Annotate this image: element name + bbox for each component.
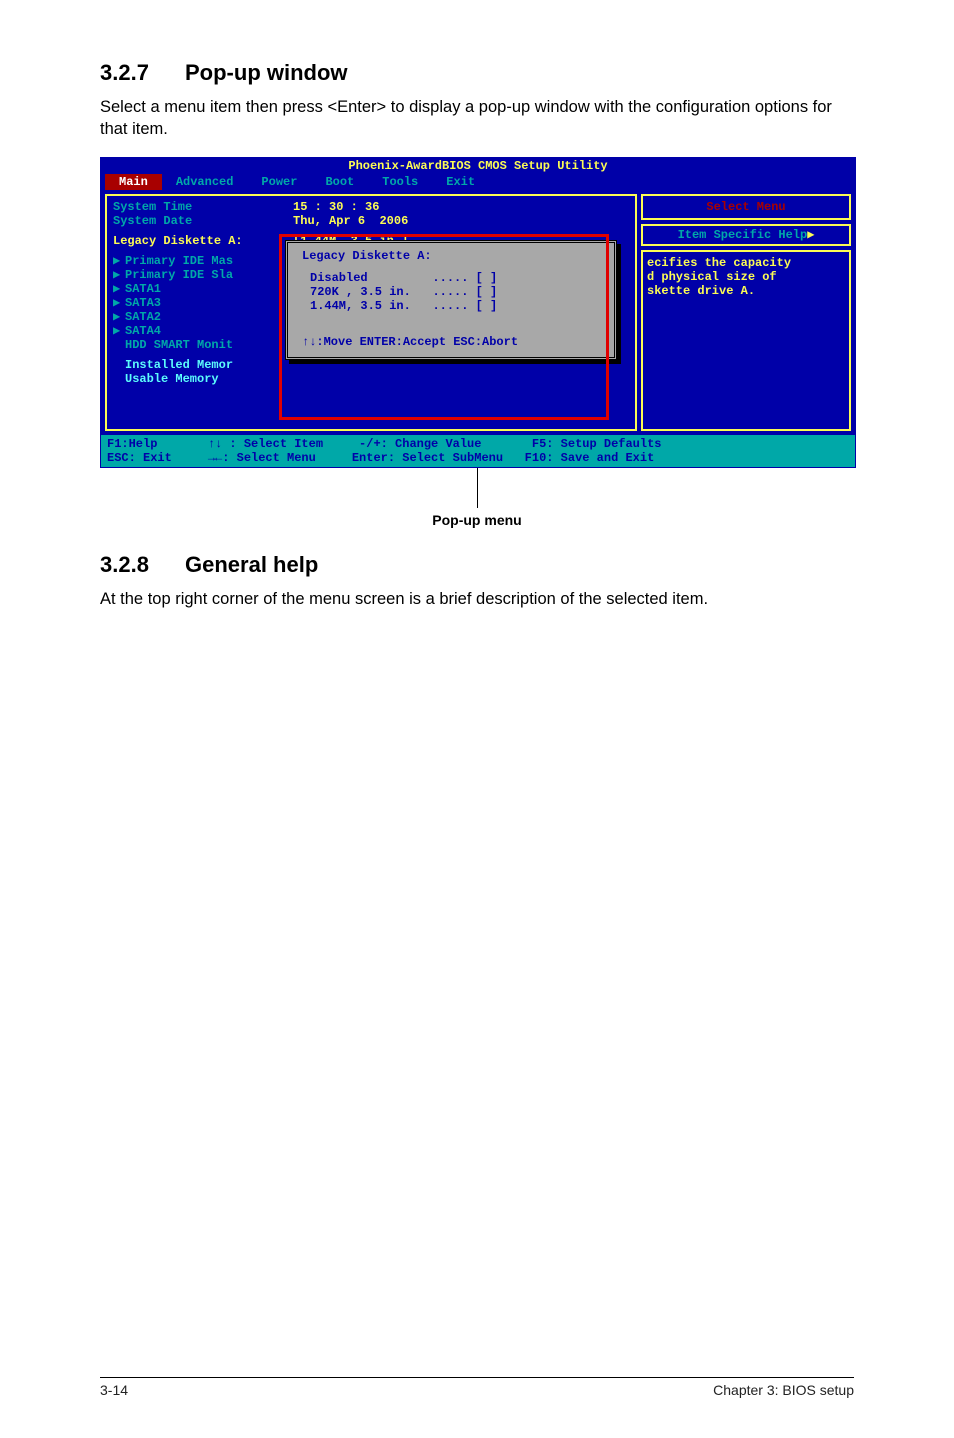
tab-tools[interactable]: Tools — [368, 174, 432, 190]
popup-option[interactable]: 720K , 3.5 in. ..... [ ] — [296, 285, 606, 299]
figure-caption: Pop-up menu — [100, 512, 854, 528]
section-number: 3.2.8 — [100, 552, 185, 578]
triangle-icon: ▶ — [113, 296, 125, 310]
tab-power[interactable]: Power — [247, 174, 311, 190]
tab-main[interactable]: Main — [105, 174, 162, 190]
section-heading-popup: 3.2.7Pop-up window — [100, 60, 854, 86]
blank — [113, 372, 125, 386]
select-menu-label: Select Menu — [706, 200, 785, 214]
page-footer: 3-14 Chapter 3: BIOS setup — [100, 1377, 854, 1398]
submenu-item[interactable]: Primary IDE Mas — [125, 254, 233, 268]
blank — [113, 358, 125, 372]
section-number: 3.2.7 — [100, 60, 185, 86]
bios-title: Phoenix-AwardBIOS CMOS Setup Utility — [101, 158, 855, 174]
submenu-item[interactable]: SATA4 — [125, 324, 161, 338]
intro-text-1: Select a menu item then press <Enter> to… — [100, 96, 854, 141]
help-header: Item Specific Help — [678, 228, 808, 242]
help-header-box: Item Specific Help▶ — [641, 224, 851, 246]
submenu-item[interactable]: SATA3 — [125, 296, 161, 310]
callout-leader-line — [477, 468, 478, 508]
triangle-icon: ▶ — [113, 324, 125, 338]
triangle-icon: ▶ — [113, 282, 125, 296]
select-menu-box: Select Menu — [641, 194, 851, 220]
usable-memory-label: Usable Memory — [125, 372, 219, 386]
legacy-label[interactable]: Legacy Diskette A: — [113, 234, 243, 248]
triangle-icon: ▶ — [113, 254, 125, 268]
submenu-item[interactable]: SATA2 — [125, 310, 161, 324]
page-number: 3-14 — [100, 1382, 128, 1398]
triangle-icon: ▶ — [807, 228, 814, 242]
tab-exit[interactable]: Exit — [432, 174, 489, 190]
bios-menubar: MainAdvancedPowerBootToolsExit — [101, 174, 855, 190]
system-date-value[interactable]: Thu, Apr 6 2006 — [293, 214, 408, 228]
help-text-box: ecifies the capacity d physical size of … — [641, 250, 851, 431]
submenu-item[interactable]: Primary IDE Sla — [125, 268, 233, 282]
triangle-icon — [113, 338, 125, 352]
system-time-label: System Time — [113, 200, 192, 214]
help-line: skette drive A. — [647, 284, 845, 298]
system-date-label: System Date — [113, 214, 192, 228]
popup-option[interactable]: Disabled ..... [ ] — [296, 271, 606, 285]
bios-window: Phoenix-AwardBIOS CMOS Setup Utility Mai… — [100, 157, 856, 468]
popup-window: Legacy Diskette A: Disabled ..... [ ] 72… — [285, 240, 617, 360]
bios-footer: F1:Help ↑↓ : Select Item -/+: Change Val… — [101, 435, 855, 467]
footer-line-2: ESC: Exit →←: Select Menu Enter: Select … — [107, 451, 849, 465]
section-title: Pop-up window — [185, 60, 348, 85]
intro-text-2: At the top right corner of the menu scre… — [100, 588, 854, 610]
popup-title: Legacy Diskette A: — [296, 247, 606, 271]
triangle-icon: ▶ — [113, 268, 125, 282]
system-time-value[interactable]: 15 : 30 : 36 — [293, 200, 379, 214]
installed-memory-label: Installed Memor — [125, 358, 233, 372]
help-line: d physical size of — [647, 270, 845, 284]
section-heading-general-help: 3.2.8General help — [100, 552, 854, 578]
tab-boot[interactable]: Boot — [311, 174, 368, 190]
popup-option[interactable]: 1.44M, 3.5 in. ..... [ ] — [296, 299, 606, 313]
submenu-item[interactable]: SATA1 — [125, 282, 161, 296]
chapter-label: Chapter 3: BIOS setup — [713, 1382, 854, 1398]
tab-advanced[interactable]: Advanced — [162, 174, 248, 190]
section-title: General help — [185, 552, 318, 577]
bios-left-pane: System Time 15 : 30 : 36 System Date Thu… — [105, 194, 637, 431]
submenu-item[interactable]: HDD SMART Monit — [125, 338, 233, 352]
help-line: ecifies the capacity — [647, 256, 845, 270]
popup-footer: ↑↓:Move ENTER:Accept ESC:Abort — [296, 313, 606, 349]
footer-line-1: F1:Help ↑↓ : Select Item -/+: Change Val… — [107, 437, 849, 451]
bios-right-pane: Select Menu Item Specific Help▶ ecifies … — [641, 194, 851, 431]
triangle-icon: ▶ — [113, 310, 125, 324]
